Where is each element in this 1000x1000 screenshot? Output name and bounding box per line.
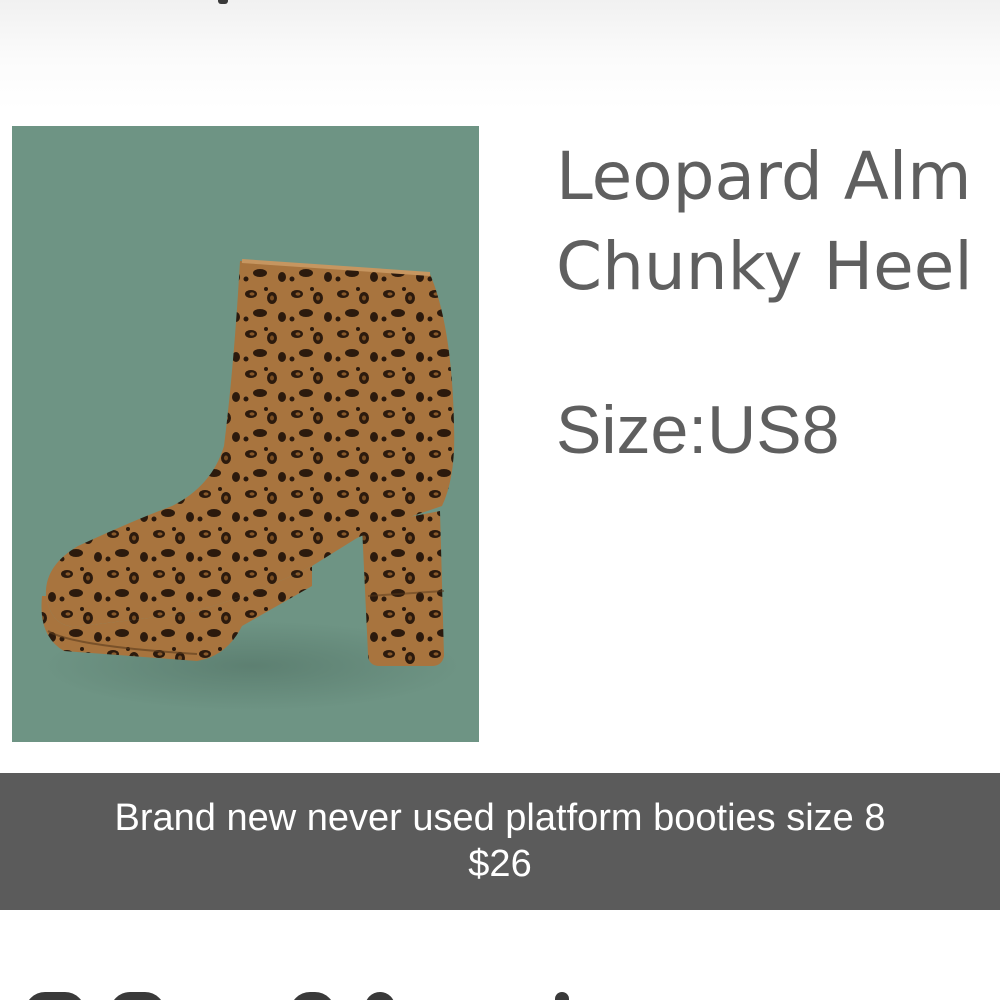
caption-description: Brand new never used platform booties si…	[114, 797, 886, 839]
product-title[interactable]: Leopard Alm Chunky Heel	[556, 132, 1000, 312]
cropped-top-text	[218, 0, 228, 4]
caption-bar: Brand new never used platform booties si…	[0, 773, 1000, 910]
product-title-line-1: Leopard Alm	[556, 138, 972, 215]
caption-price: $26	[468, 843, 532, 885]
product-title-line-2: Chunky Heel	[556, 228, 973, 305]
product-size: Size:US8	[556, 392, 840, 468]
cropped-bottom-text	[0, 978, 1000, 1000]
product-photo[interactable]	[12, 126, 479, 742]
listing-screenshot: Leopard Alm Chunky Heel Size:US8 Brand n…	[0, 0, 1000, 1000]
leopard-boot-image	[12, 126, 479, 742]
